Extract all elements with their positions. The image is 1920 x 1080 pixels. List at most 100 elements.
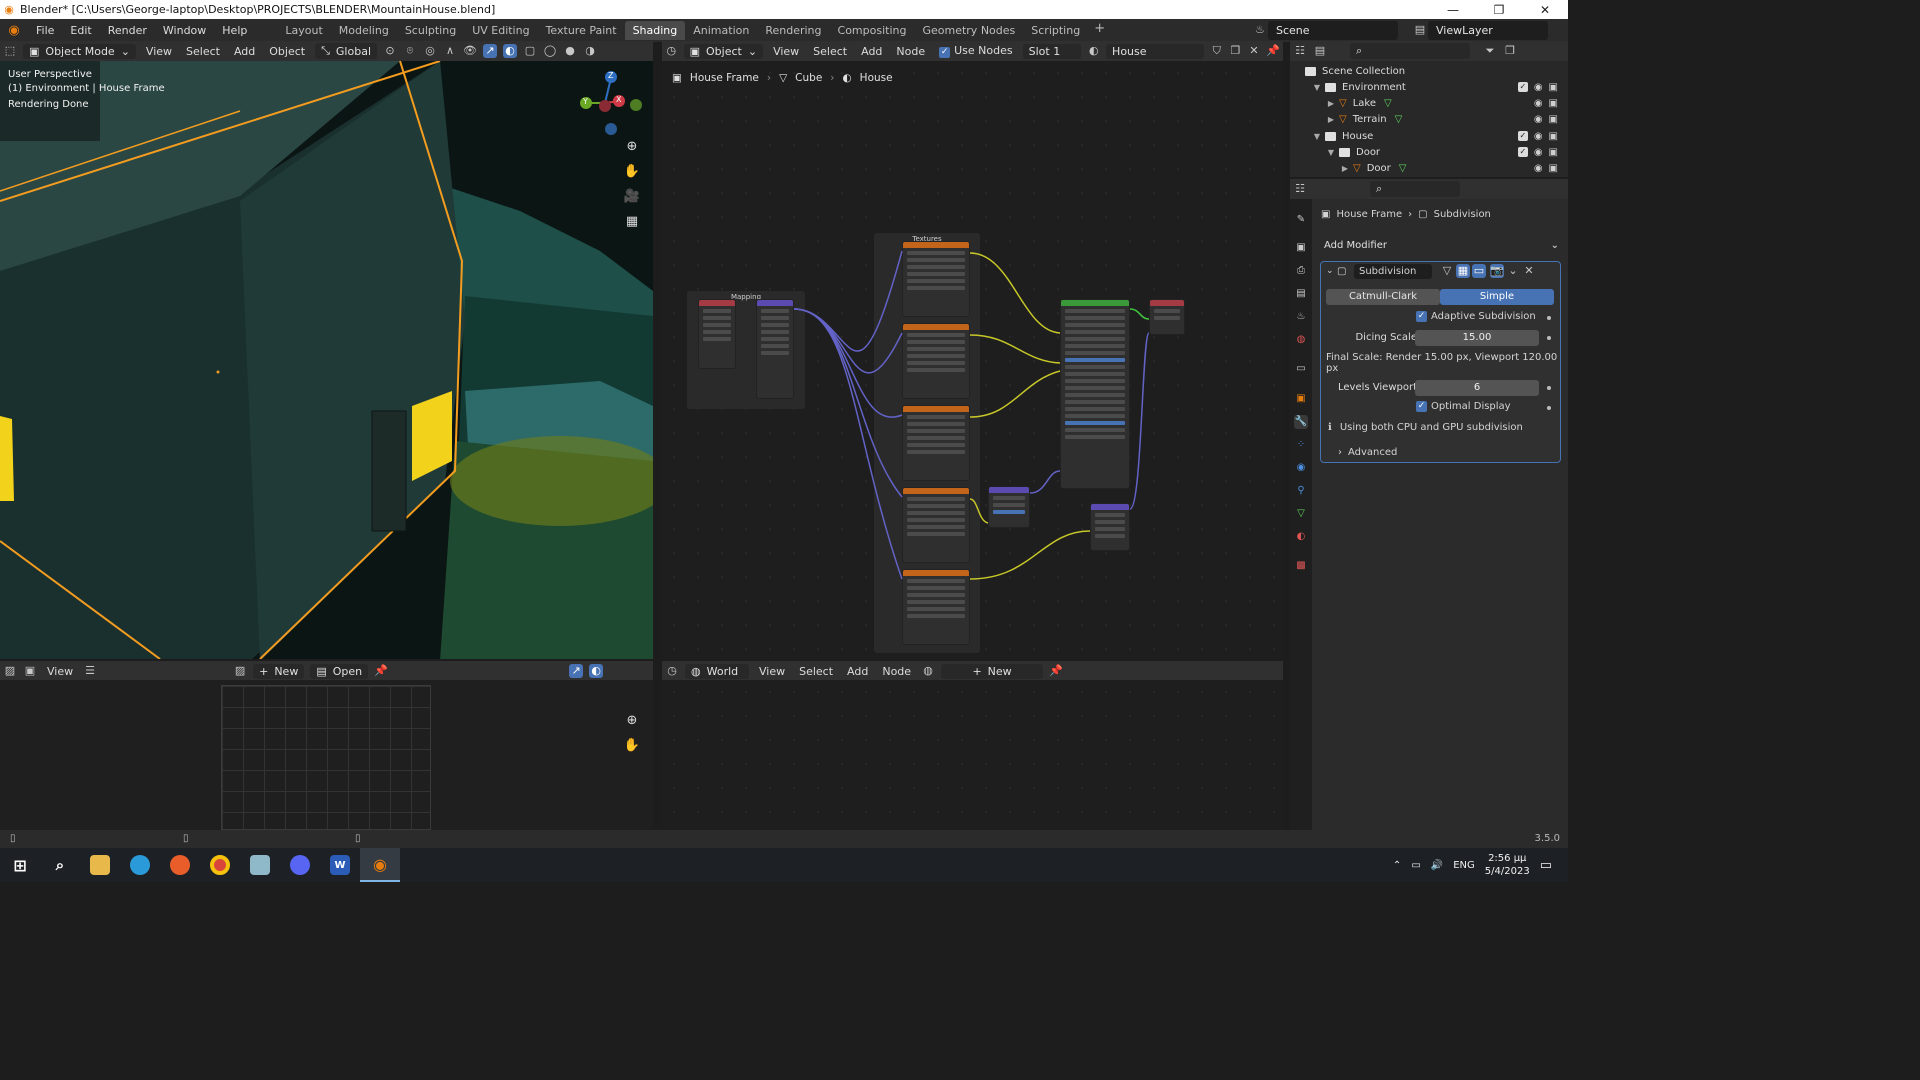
- optimal-display-toggle[interactable]: ✓ Optimal Display: [1416, 401, 1511, 412]
- material-tab-icon[interactable]: ◐: [1294, 530, 1308, 544]
- pivot-icon[interactable]: ⊙: [383, 44, 397, 58]
- world-menu-view[interactable]: View: [752, 665, 792, 678]
- new-world-button[interactable]: + New: [941, 663, 1044, 679]
- word-button[interactable]: W: [320, 848, 360, 882]
- camera-icon[interactable]: 🎥: [621, 186, 643, 208]
- eye-icon[interactable]: ◉: [1534, 147, 1543, 158]
- image-mode-icon[interactable]: ▣: [23, 664, 37, 678]
- blender-taskbar-button[interactable]: ◉: [360, 848, 400, 882]
- expand-toggle-icon[interactable]: ▼: [1312, 132, 1322, 141]
- display-mode-icon[interactable]: ▤: [1313, 44, 1327, 58]
- new-image-button[interactable]: + New: [253, 663, 305, 679]
- node-scrollbar[interactable]: [1275, 61, 1283, 659]
- simple-button[interactable]: Simple: [1440, 289, 1554, 305]
- chevron-up-icon[interactable]: ⌃: [1393, 860, 1401, 871]
- material-icon[interactable]: ◐: [1087, 44, 1100, 58]
- solid-shading-icon[interactable]: ●: [563, 44, 577, 58]
- base-color-texture-node[interactable]: [902, 241, 970, 317]
- xray-icon[interactable]: ▢: [523, 44, 537, 58]
- zoom-icon[interactable]: ⊕: [621, 710, 643, 732]
- menu-window[interactable]: Window: [155, 24, 214, 37]
- levels-viewport-field[interactable]: 6: [1415, 380, 1539, 396]
- material-output-node[interactable]: [1149, 299, 1185, 335]
- scene-selector[interactable]: Scene: [1268, 21, 1398, 40]
- world-editor-type-icon[interactable]: ◷: [665, 664, 679, 678]
- use-nodes-checkbox[interactable]: ✓: [939, 47, 951, 58]
- viewport-menu-select[interactable]: Select: [179, 45, 227, 58]
- hamburger-menu-icon[interactable]: ☰: [83, 664, 97, 678]
- image-editor-type-icon[interactable]: ▨: [3, 664, 17, 678]
- chevron-down-icon[interactable]: ⌄: [1506, 264, 1520, 278]
- menu-help[interactable]: Help: [214, 24, 255, 37]
- camera-icon[interactable]: ▣: [1549, 98, 1558, 109]
- properties-search-input[interactable]: ⌕: [1370, 181, 1460, 197]
- battery-icon[interactable]: ▭: [1411, 860, 1420, 871]
- gizmo-toggle-icon[interactable]: ↗: [569, 664, 584, 678]
- tab-uv-editing[interactable]: UV Editing: [464, 21, 537, 40]
- eye-icon[interactable]: ◉: [1534, 163, 1543, 174]
- tab-compositing[interactable]: Compositing: [830, 21, 915, 40]
- tab-modeling[interactable]: Modeling: [331, 21, 397, 40]
- filter-icon[interactable]: ⏷: [1483, 44, 1497, 58]
- chrome-button[interactable]: [200, 848, 240, 882]
- camera-icon[interactable]: ▣: [1549, 114, 1558, 125]
- metallic-texture-node[interactable]: [902, 405, 970, 481]
- roughness-texture-node[interactable]: [902, 323, 970, 399]
- use-nodes-toggle[interactable]: ✓ Use Nodes: [932, 44, 1020, 58]
- outliner-type-icon[interactable]: ☷: [1293, 44, 1307, 58]
- gizmo-toggle-icon[interactable]: ↗: [483, 44, 497, 58]
- collection-tab-icon[interactable]: ▭: [1294, 362, 1308, 376]
- language-indicator[interactable]: ENG: [1453, 860, 1475, 871]
- tab-sculpting[interactable]: Sculpting: [397, 21, 464, 40]
- mapping-node[interactable]: [756, 299, 794, 399]
- image-menu-view[interactable]: View: [40, 665, 80, 678]
- keyframe-dot-icon[interactable]: [1547, 336, 1551, 340]
- modifier-tab-icon[interactable]: 🔧: [1294, 415, 1308, 429]
- camera-icon[interactable]: ▣: [1549, 163, 1558, 174]
- texture-tab-icon[interactable]: ▩: [1294, 559, 1308, 573]
- firefox-button[interactable]: [160, 848, 200, 882]
- tab-scripting[interactable]: Scripting: [1023, 21, 1088, 40]
- exclude-checkbox[interactable]: ✓: [1517, 81, 1528, 92]
- outliner-row[interactable]: ▶ ▽ Terrain ▽ ◉ ▣: [1290, 112, 1568, 128]
- scene-tab-icon[interactable]: ♨: [1294, 310, 1308, 324]
- menu-edit[interactable]: Edit: [62, 24, 99, 37]
- zoom-icon[interactable]: ⊕: [621, 136, 643, 158]
- properties-type-icon[interactable]: ☷: [1293, 182, 1307, 196]
- browse-image-icon[interactable]: ▨: [233, 664, 247, 678]
- keyframe-dot-icon[interactable]: [1547, 386, 1551, 390]
- outliner-row[interactable]: ▼ Environment ✓ ◉ ▣: [1290, 79, 1568, 95]
- tab-layout[interactable]: Layout: [277, 21, 330, 40]
- overlay-toggle-icon[interactable]: ◐: [589, 664, 604, 678]
- viewport-menu-view[interactable]: View: [139, 45, 179, 58]
- render-tab-icon[interactable]: ▣: [1294, 241, 1308, 255]
- texture-coordinate-node[interactable]: [698, 299, 736, 369]
- world-tab-icon[interactable]: ◍: [1294, 333, 1308, 347]
- fake-user-icon[interactable]: ⛉: [1210, 44, 1223, 58]
- notifications-icon[interactable]: ▭: [1540, 858, 1552, 873]
- dicing-scale-field[interactable]: 15.00: [1415, 330, 1539, 346]
- tab-geometry-nodes[interactable]: Geometry Nodes: [914, 21, 1023, 40]
- keyframe-dot-icon[interactable]: [1547, 316, 1551, 320]
- displacement-texture-node[interactable]: [902, 569, 970, 645]
- advanced-subpanel-toggle[interactable]: › Advanced: [1338, 447, 1397, 458]
- tab-shading[interactable]: Shading: [624, 21, 686, 40]
- shader-type-selector[interactable]: ▣ Object ⌄: [683, 43, 764, 59]
- open-image-button[interactable]: ▤ Open: [310, 663, 369, 679]
- world-node-editor[interactable]: [662, 680, 1283, 830]
- node-menu-select[interactable]: Select: [806, 45, 854, 58]
- data-tab-icon[interactable]: ▽: [1294, 507, 1308, 521]
- minimize-button[interactable]: —: [1430, 3, 1476, 17]
- node-menu-node[interactable]: Node: [889, 45, 932, 58]
- snap-icon[interactable]: ⌾: [403, 44, 417, 58]
- notes-app-button[interactable]: [240, 848, 280, 882]
- navigation-gizmo[interactable]: Z Y X: [580, 69, 642, 135]
- normal-map-node[interactable]: [988, 486, 1030, 528]
- pan-hand-icon[interactable]: ✋: [621, 735, 643, 757]
- catmull-clark-button[interactable]: Catmull-Clark: [1326, 289, 1440, 305]
- normal-texture-node[interactable]: [902, 487, 970, 563]
- tab-texture-paint[interactable]: Texture Paint: [538, 21, 625, 40]
- 3d-viewport[interactable]: User Perspective (1) Environment | House…: [0, 61, 653, 659]
- discord-button[interactable]: [280, 848, 320, 882]
- expand-toggle-icon[interactable]: ▼: [1312, 83, 1322, 92]
